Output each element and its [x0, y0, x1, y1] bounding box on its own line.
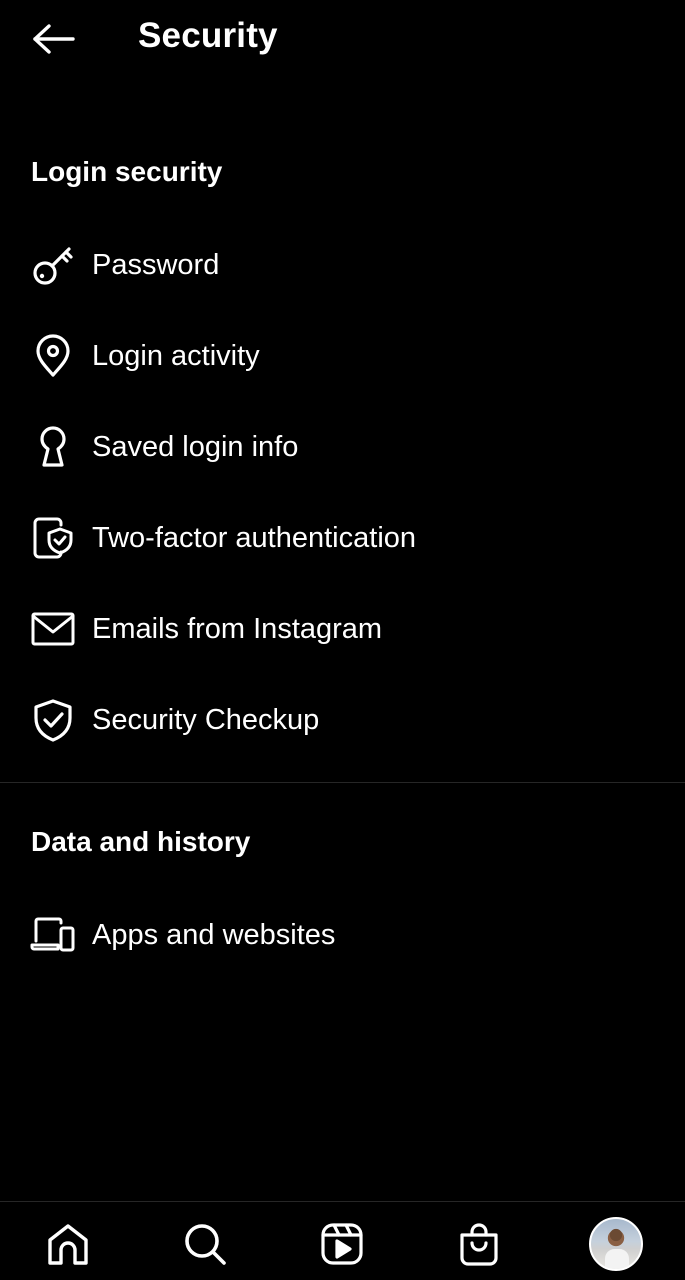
page-title: Security	[138, 16, 278, 55]
section-title-login-security: Login security	[31, 156, 223, 187]
menu-item-label: Password	[92, 249, 220, 281]
menu-item-emails-from-instagram[interactable]: Emails from Instagram	[0, 589, 685, 669]
shield-check-icon	[30, 697, 76, 743]
reels-icon	[320, 1222, 364, 1266]
menu-item-two-factor-authentication[interactable]: Two-factor authentication	[0, 498, 685, 578]
menu-item-saved-login-info[interactable]: Saved login info	[0, 407, 685, 487]
bottom-tab-bar	[0, 1201, 685, 1280]
search-icon	[182, 1221, 228, 1267]
menu-item-password[interactable]: Password	[0, 225, 685, 305]
menu-item-label: Login activity	[92, 340, 260, 372]
menu-item-label: Saved login info	[92, 431, 299, 463]
envelope-icon	[30, 606, 76, 652]
menu-item-label: Emails from Instagram	[92, 613, 383, 645]
section-divider	[0, 782, 685, 783]
devices-icon	[30, 912, 76, 958]
home-icon	[45, 1222, 91, 1266]
tab-home[interactable]	[38, 1214, 98, 1274]
menu-item-apps-and-websites[interactable]: Apps and websites	[0, 895, 685, 975]
menu-item-label: Two-factor authentication	[92, 522, 417, 554]
keyhole-icon	[30, 424, 76, 470]
phone-shield-icon	[30, 515, 76, 561]
menu-item-security-checkup[interactable]: Security Checkup	[0, 680, 685, 760]
location-pin-icon	[30, 333, 76, 379]
menu-item-label: Security Checkup	[92, 704, 320, 736]
tab-shop[interactable]	[449, 1214, 509, 1274]
avatar	[589, 1217, 643, 1271]
section-title-data-and-history: Data and history	[31, 826, 251, 857]
shopping-bag-icon	[457, 1221, 501, 1267]
top-bar: Security	[0, 0, 685, 76]
back-button[interactable]	[28, 18, 80, 60]
arrow-left-icon	[32, 24, 76, 54]
tab-search[interactable]	[175, 1214, 235, 1274]
tab-reels[interactable]	[312, 1214, 372, 1274]
menu-item-label: Apps and websites	[92, 919, 336, 951]
tab-profile[interactable]	[586, 1214, 646, 1274]
key-icon	[30, 242, 76, 288]
menu-item-login-activity[interactable]: Login activity	[0, 316, 685, 396]
